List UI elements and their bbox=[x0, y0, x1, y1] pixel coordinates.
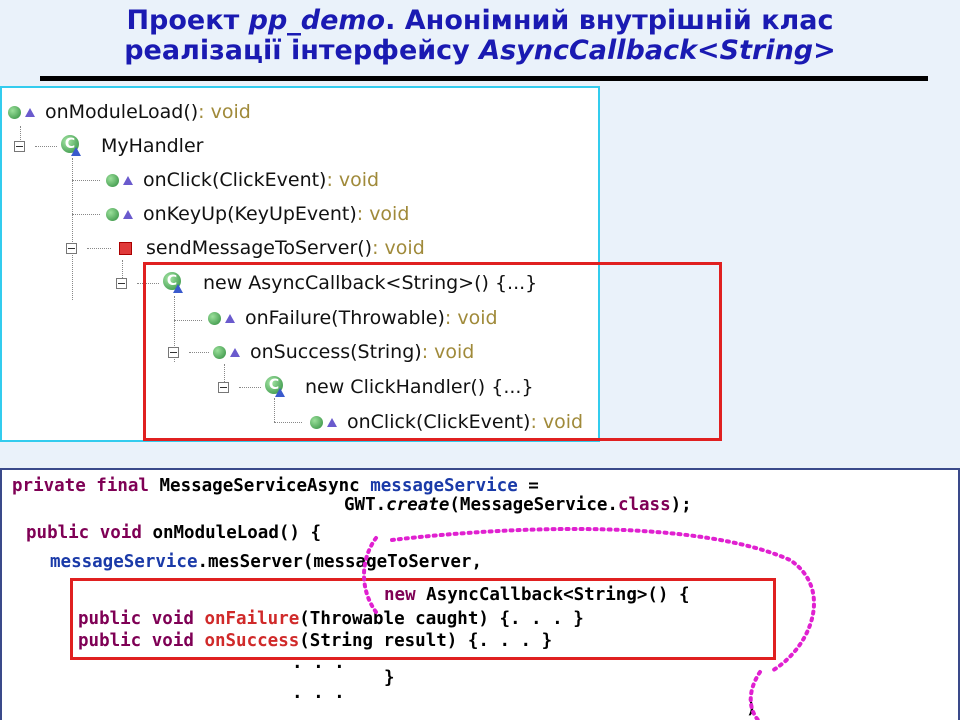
interface-name: AsyncCallback<String> bbox=[479, 35, 836, 66]
public-method-icon bbox=[106, 207, 119, 221]
tree-connector bbox=[72, 180, 100, 181]
code-line-4: messageService.mesServer(messageToServer… bbox=[50, 552, 482, 572]
collapse-toggle-icon[interactable] bbox=[116, 277, 127, 289]
tree-connector bbox=[72, 214, 100, 215]
tree-node-onclick[interactable]: onClick(ClickEvent) : void bbox=[106, 167, 379, 193]
default-access-icon bbox=[25, 107, 35, 117]
anonymous-class-highlight bbox=[143, 262, 722, 441]
tree-node-onmoduleload[interactable]: onModuleLoad() : void bbox=[8, 99, 251, 125]
tree-node-onkeyup[interactable]: onKeyUp(KeyUpEvent) : void bbox=[106, 201, 409, 227]
title-line-2: реалізації інтерфейсу AsyncCallback<Stri… bbox=[124, 35, 836, 66]
code-line-9b: ) bbox=[746, 698, 757, 718]
title-line-1: Проект pp_demo. Анонімний внутрішній кла… bbox=[126, 5, 834, 36]
code-line-9: . . . bbox=[292, 683, 345, 703]
title-divider bbox=[40, 76, 928, 81]
default-access-icon bbox=[123, 209, 133, 219]
slide-title: Проект pp_demo. Анонімний внутрішній кла… bbox=[0, 6, 960, 66]
public-method-icon bbox=[8, 105, 21, 119]
code-line-8b: } bbox=[384, 668, 395, 688]
tree-node-myhandler[interactable]: C MyHandler bbox=[14, 133, 203, 159]
inner-class-icon: C bbox=[61, 135, 83, 157]
code-line-3: public void onModuleLoad() { bbox=[26, 523, 322, 543]
private-method-icon bbox=[119, 241, 132, 255]
code-anonymous-class-highlight bbox=[70, 578, 776, 660]
default-access-icon bbox=[123, 175, 133, 185]
collapse-toggle-icon[interactable] bbox=[14, 140, 25, 152]
project-name: pp_demo bbox=[248, 5, 386, 36]
collapse-toggle-icon[interactable] bbox=[66, 242, 77, 254]
code-line-2: GWT.create(MessageService.class); bbox=[344, 495, 692, 515]
tree-node-sendmessagetoserver[interactable]: sendMessageToServer() : void bbox=[66, 235, 425, 261]
public-method-icon bbox=[106, 173, 119, 187]
code-line-1: private final MessageServiceAsync messag… bbox=[12, 476, 539, 496]
